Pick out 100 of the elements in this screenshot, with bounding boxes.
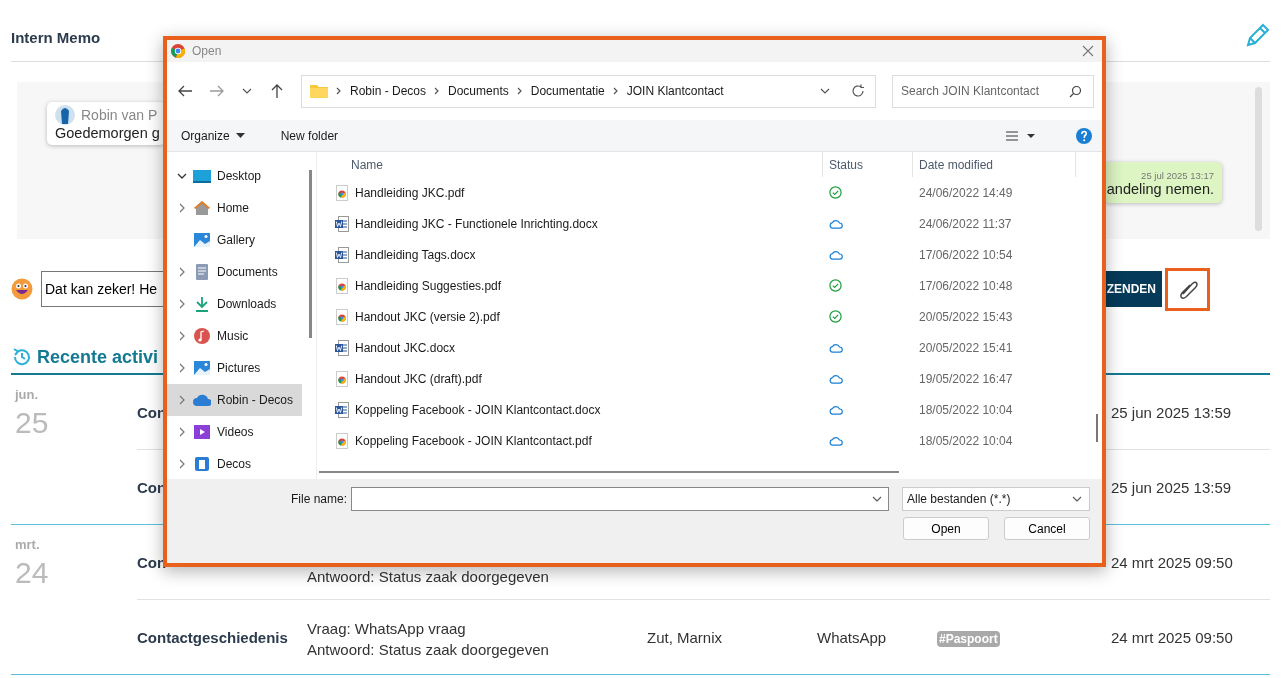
chevron-right-icon[interactable] [177,299,187,309]
file-date: 17/06/2022 10:54 [919,247,1013,262]
file-name: Handleiding Tags.docx [355,247,476,262]
file-name: Koppeling Facebook - JOIN Klantcontact.docx [355,402,601,417]
sidebar-item[interactable]: Home [167,192,302,224]
tag-label: #Paspoort [937,630,1000,647]
chevron-right-icon[interactable] [177,267,187,277]
up-arrow-icon[interactable] [269,83,285,99]
month-label: jun. [15,387,40,402]
question-text: Vraag: WhatsApp vraag [307,620,467,637]
breadcrumb[interactable]: Documents [448,84,509,98]
activity-date: 24 mrt 2025 09:50 [1111,553,1233,571]
chevron-right-icon[interactable] [177,203,187,213]
breadcrumb[interactable]: JOIN Klantcontact [626,84,724,98]
file-row[interactable]: Handleiding JKC.pdf 24/06/2022 14:49 [335,177,1102,208]
file-date: 17/06/2022 10:48 [919,278,1013,293]
file-row[interactable]: Handleiding Suggesties.pdf 17/06/2022 10:48 [335,270,1102,301]
caret-icon [235,132,245,139]
view-menu-icon[interactable] [1006,129,1036,142]
word-file-icon [335,401,349,418]
browser-icon [171,44,185,58]
word-file-icon [335,339,349,356]
file-name-field[interactable] [351,487,889,511]
chevron-down-icon[interactable] [177,171,187,181]
breadcrumb[interactable]: Documentatie [530,84,605,98]
pencil-icon[interactable] [1244,22,1270,49]
organize-menu[interactable]: Organize [175,126,251,145]
sidebar-item[interactable]: Robin - Decos [167,384,302,416]
file-row[interactable]: Handleiding JKC - Functionele Inrichting.docx 24/06/2022 11:37 [335,208,1102,239]
chevron-right-icon[interactable] [177,395,187,405]
file-row[interactable]: Koppeling Facebook - JOIN Klantcontact.docx 18/05/2022 10:04 [335,394,1102,425]
pdf-file-icon [335,370,349,387]
file-row[interactable]: Handout JKC (draft).pdf 19/05/2022 16:47 [335,363,1102,394]
close-icon[interactable] [1082,45,1094,57]
file-row[interactable]: Handleiding Tags.docx 17/06/2022 10:54 [335,239,1102,270]
activity-date: 25 jun 2025 13:59 [1111,478,1232,496]
search-icon [1069,84,1082,98]
chevron-right-icon[interactable] [177,459,187,469]
sidebar-item[interactable]: Gallery [167,224,302,256]
column-header[interactable]: Status [823,152,913,177]
sidebar-item[interactable]: Decos [167,448,302,480]
scrollbar[interactable] [309,170,312,338]
word-file-icon [335,246,349,263]
search-field[interactable]: Search JOIN Klantcontact [892,74,1094,108]
channel-text: WhatsApp [817,628,887,646]
refresh-icon[interactable] [851,84,865,98]
file-date: 24/06/2022 11:37 [919,216,1012,231]
activity-type: Contactgeschiedenis [137,628,289,646]
smiley-icon[interactable] [11,278,33,300]
address-bar[interactable]: Robin - Decos Documents Documentatie JOIN Klantcontact [301,74,876,108]
forward-arrow-icon[interactable] [209,83,225,99]
back-arrow-icon[interactable] [177,83,193,99]
pdf-file-icon [335,184,349,201]
cancel-button[interactable]: Cancel [1004,517,1090,540]
chevron-right-icon[interactable] [177,331,187,341]
activity-date: 24 mrt 2025 09:50 [1111,628,1233,646]
pdf-file-icon [335,308,349,325]
chevron-right-icon [612,87,619,95]
help-icon[interactable] [1076,127,1092,144]
file-name: Handleiding JKC - Functionele Inrichting.docx [355,216,598,231]
sidebar-item[interactable]: Videos [167,416,302,448]
scrollbar[interactable] [1255,87,1262,231]
contact-name: Zut, Marnix [647,628,722,646]
new-folder-button[interactable]: New folder [274,126,345,145]
open-button[interactable]: Open [903,517,989,540]
month-label: mrt. [15,537,41,552]
file-name: Handout JKC.docx [355,340,456,355]
answer-text: Antwoord: Status zaak doorgegeven [307,641,550,658]
column-header[interactable]: Name [335,152,823,177]
sidebar-item[interactable]: Music [167,320,302,352]
file-date: 20/05/2022 15:41 [919,340,1013,355]
file-date: 24/06/2022 14:49 [919,185,1013,200]
file-name: Handout JKC (draft).pdf [355,371,482,386]
music-note-icon [193,328,211,344]
file-name: Handleiding JKC.pdf [355,185,465,200]
chevron-right-icon[interactable] [177,427,187,437]
file-row[interactable]: Handout JKC.docx 20/05/2022 15:41 [335,332,1102,363]
message-text: Goedemorgen g [55,125,161,141]
breadcrumb[interactable]: Robin - Decos [350,84,427,98]
file-type-dropdown[interactable]: Alle bestanden (*.*) [902,487,1090,511]
chevron-right-icon [516,87,523,95]
video-icon [193,424,211,440]
file-name-label: File name: [290,492,347,506]
scrollbar[interactable] [1096,414,1098,442]
message-time: 25 jul 2025 13:17 [1141,170,1214,181]
scrollbar[interactable] [319,471,899,473]
folder-icon [310,84,328,98]
section-title: Recente activi [37,346,159,368]
file-row[interactable]: Handout JKC (versie 2).pdf 20/05/2022 15:43 [335,301,1102,332]
cloud-icon [193,392,211,408]
day-number: 24 [15,556,50,590]
sidebar-item[interactable]: Pictures [167,352,302,384]
chevron-right-icon[interactable] [177,363,187,373]
house-icon [193,200,211,216]
column-header[interactable]: Date modified [913,152,1076,177]
image-icon [193,360,211,376]
sidebar-item[interactable]: Desktop [167,160,302,192]
chevron-right-icon [434,87,441,95]
file-row[interactable]: Koppeling Facebook - JOIN Klantcontact.pdf 18/05/2022 10:04 [335,425,1102,456]
attach-button[interactable] [1165,267,1210,311]
